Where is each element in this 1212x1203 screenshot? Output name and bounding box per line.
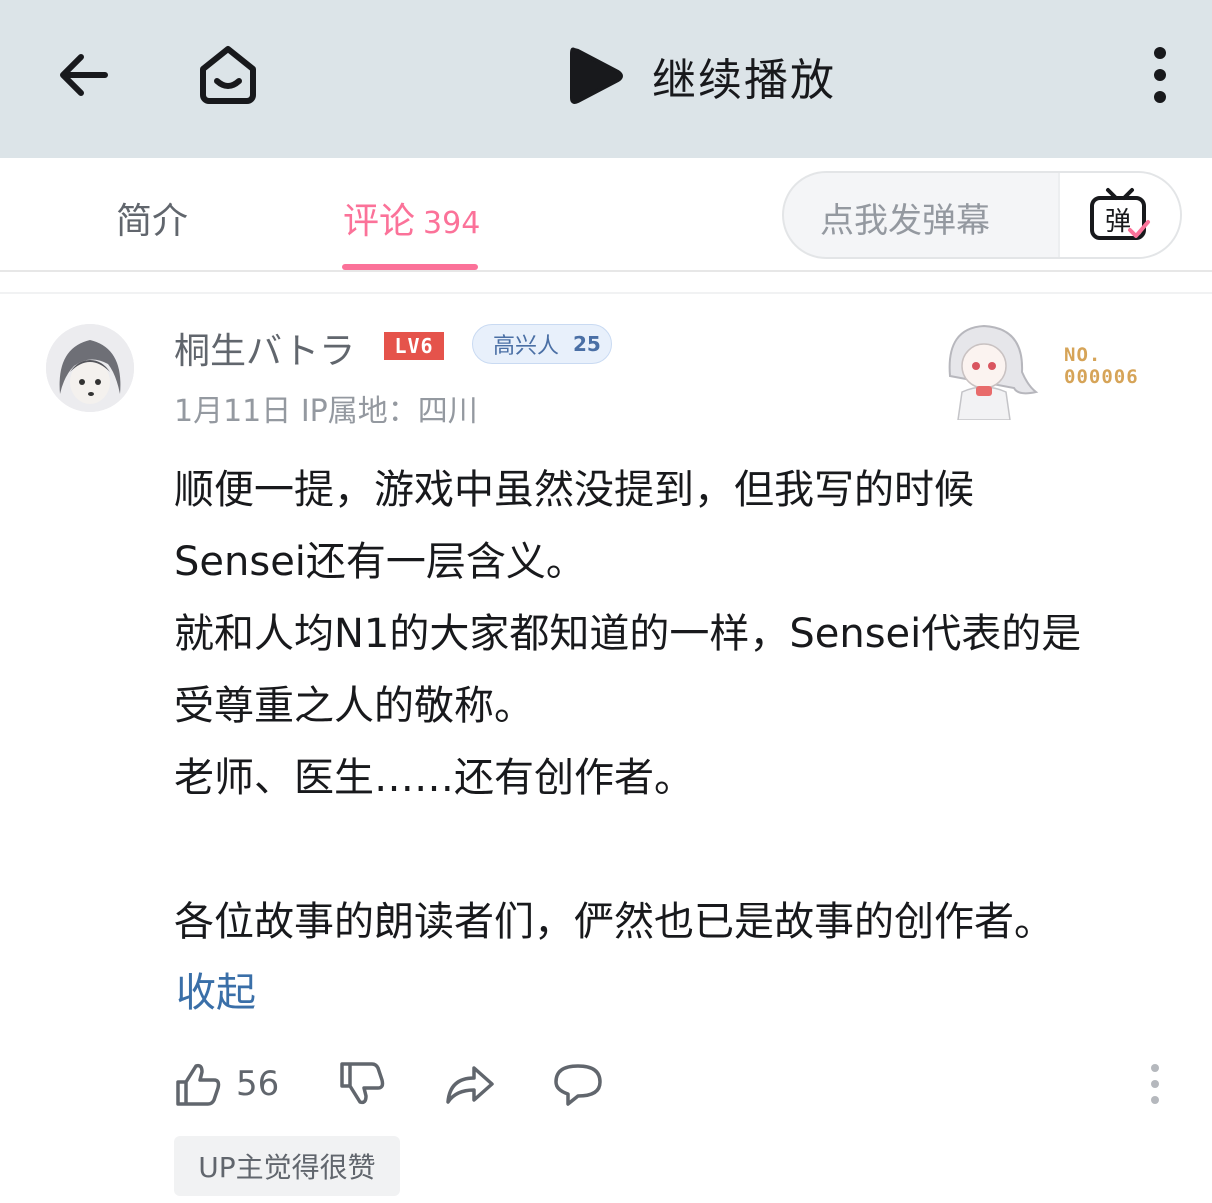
- home-face-icon: [200, 46, 256, 104]
- comment-count: 394: [423, 206, 481, 241]
- up-liked-tag: UP主觉得很赞: [174, 1136, 400, 1196]
- divider: [0, 292, 1212, 294]
- comment-line: 就和人均N1的大家都知道的一样，Sensei代表的是: [174, 611, 1082, 657]
- level-badge: LV6: [384, 332, 444, 360]
- play-icon: [570, 47, 623, 104]
- collapse-link[interactable]: 收起: [176, 960, 256, 1018]
- share-arrow-icon: [446, 1066, 494, 1104]
- active-tab-indicator: [342, 264, 478, 270]
- danmaku-input[interactable]: 点我发弹幕: [820, 193, 990, 242]
- comment-line: 顺便一提，游戏中虽然没提到，但我写的时候: [174, 467, 974, 513]
- back-button[interactable]: [52, 44, 114, 106]
- danmaku-bar: 点我发弹幕 弹: [782, 171, 1182, 259]
- more-menu-button[interactable]: [1138, 44, 1182, 106]
- avatar[interactable]: [46, 324, 134, 412]
- comment-body: 顺便一提，游戏中虽然没提到，但我写的时候 Sensei还有一层含义。 就和人均N…: [174, 454, 1184, 958]
- more-vertical-icon: [1154, 47, 1166, 103]
- home-button[interactable]: [192, 38, 264, 110]
- decoration-character-image[interactable]: [932, 316, 1042, 421]
- thumbs-down-icon: [340, 1062, 385, 1105]
- share-button[interactable]: [444, 1056, 496, 1112]
- avatar-image: [46, 324, 134, 412]
- comment-actions: 56: [174, 1056, 1184, 1112]
- top-bar: 继续播放: [0, 0, 1212, 158]
- dislike-button[interactable]: [338, 1056, 386, 1112]
- tab-comments-label: 评论: [343, 201, 416, 242]
- danmaku-toggle-button[interactable]: 弹: [1058, 173, 1180, 257]
- ip-location: IP属地：四川: [300, 394, 478, 429]
- comment-bubble-icon: [554, 1064, 602, 1106]
- fan-medal-name: 高兴人: [493, 334, 560, 359]
- continue-play-button[interactable]: 继续播放: [566, 40, 836, 112]
- svg-text:弹: 弹: [1105, 207, 1131, 237]
- fan-medal-level: 25: [573, 332, 601, 356]
- arrow-left-icon: [60, 54, 108, 96]
- comment-meta: 1月11日 IP属地：四川: [174, 386, 478, 430]
- thumbs-up-icon: [176, 1063, 221, 1106]
- continue-play-label: 继续播放: [652, 55, 836, 106]
- comment-line: Sensei还有一层含义。: [174, 539, 586, 585]
- comment-line: 老师、医生……还有创作者。: [174, 755, 694, 801]
- comment-line: 各位故事的朗读者们，俨然也已是故事的创作者。: [174, 899, 1054, 945]
- comment-date: 1月11日: [174, 394, 292, 429]
- fan-number-value: 000006: [1064, 366, 1139, 388]
- tab-intro-label: 简介: [116, 201, 189, 242]
- like-count: 56: [236, 1064, 280, 1104]
- more-vertical-icon: [1151, 1064, 1159, 1104]
- comment-line-blank: [174, 814, 1184, 886]
- comment-username[interactable]: 桐生バトラ: [174, 322, 355, 374]
- fan-number-badge: NO. 000006: [1064, 344, 1139, 388]
- danmaku-tv-icon: 弹: [1090, 188, 1150, 240]
- reply-button[interactable]: [552, 1056, 604, 1112]
- comment-more-button[interactable]: [1148, 1056, 1162, 1112]
- tab-intro[interactable]: 简介: [116, 192, 188, 244]
- tab-comments[interactable]: 评论 394: [343, 192, 480, 244]
- fan-medal[interactable]: 高兴人 25: [472, 324, 612, 364]
- fan-number-prefix: NO.: [1064, 344, 1102, 366]
- like-button[interactable]: 56: [174, 1056, 279, 1112]
- comment-line: 受尊重之人的敬称。: [174, 683, 534, 729]
